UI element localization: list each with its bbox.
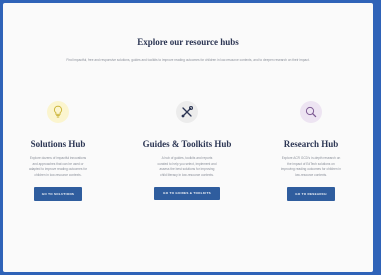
guides-toolkits-hub-column: Guides & Toolkits Hub A hub of guides, t… [142, 101, 232, 200]
go-to-guides-toolkits-button[interactable]: GO TO GUIDES & TOOLKITS [154, 187, 220, 200]
research-hub-description: Explore ACR GCD's in-depth research on t… [280, 156, 342, 177]
research-hub-column: Research Hub Explore ACR GCD's in-depth … [266, 101, 356, 202]
solutions-hub-description: Explore dozens of impactful innovations … [28, 156, 88, 177]
magnifier-icon [300, 101, 322, 123]
guides-toolkits-hub-description: A hub of guides, toolkits and reports cu… [157, 156, 217, 177]
intro-text: Find impactful, free and responsive solu… [66, 58, 310, 62]
solutions-hub-column: Solutions Hub Explore dozens of impactfu… [13, 101, 103, 202]
go-to-solutions-button[interactable]: GO TO SOLUTIONS [33, 187, 83, 202]
guides-toolkits-hub-title: Guides & Toolkits Hub [142, 139, 232, 149]
lightbulb-icon [47, 101, 69, 123]
solutions-hub-title: Solutions Hub [30, 139, 86, 149]
research-hub-title: Research Hub [283, 139, 339, 149]
go-to-research-button[interactable]: GO TO RESEARCH [287, 187, 335, 202]
resource-hubs-card: Explore our resource hubs Find impactful… [3, 3, 373, 272]
page-title: Explore our resource hubs [137, 37, 239, 47]
tools-icon [176, 101, 198, 123]
